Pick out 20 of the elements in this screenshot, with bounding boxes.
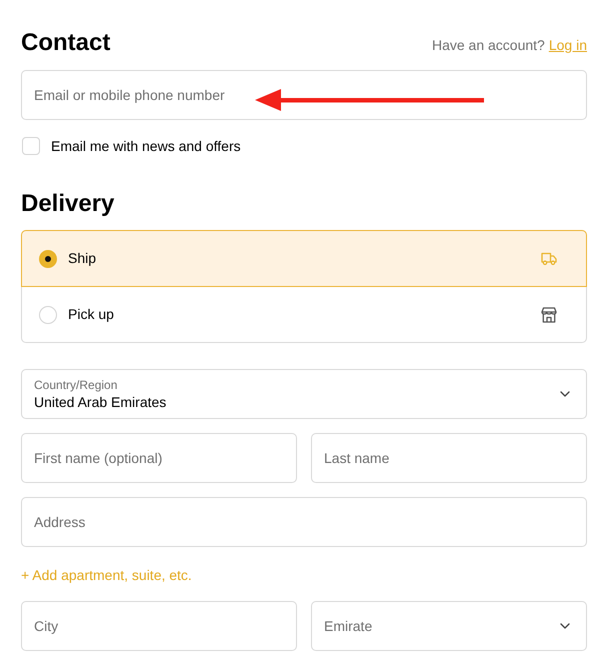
storefront-icon <box>541 306 557 322</box>
city-field[interactable]: City <box>21 601 297 651</box>
radio-button[interactable] <box>39 306 57 324</box>
section-title: Contact <box>21 28 110 57</box>
email-field[interactable]: Email or mobile phone number <box>21 70 587 120</box>
truck-icon <box>541 252 557 265</box>
emirate-select[interactable]: Emirate <box>311 601 587 651</box>
last-name-field[interactable]: Last name <box>311 433 587 483</box>
delivery-option[interactable]: Pick up <box>21 286 587 343</box>
delivery-option[interactable]: Ship <box>21 230 587 287</box>
chevron-down-icon <box>560 391 570 397</box>
first-name-field[interactable]: First name (optional) <box>21 433 297 483</box>
chevron-down-icon <box>560 623 570 629</box>
address-field[interactable]: Address <box>21 497 587 547</box>
section-title: Delivery <box>21 189 116 218</box>
checkbox[interactable] <box>22 137 40 155</box>
checkbox-label: Email me with news and offers <box>51 138 241 154</box>
country-select[interactable]: Country/Region United Arab Emirates <box>21 369 587 419</box>
account-prompt: Have an account? <box>432 36 545 55</box>
radio-button[interactable] <box>39 250 57 268</box>
